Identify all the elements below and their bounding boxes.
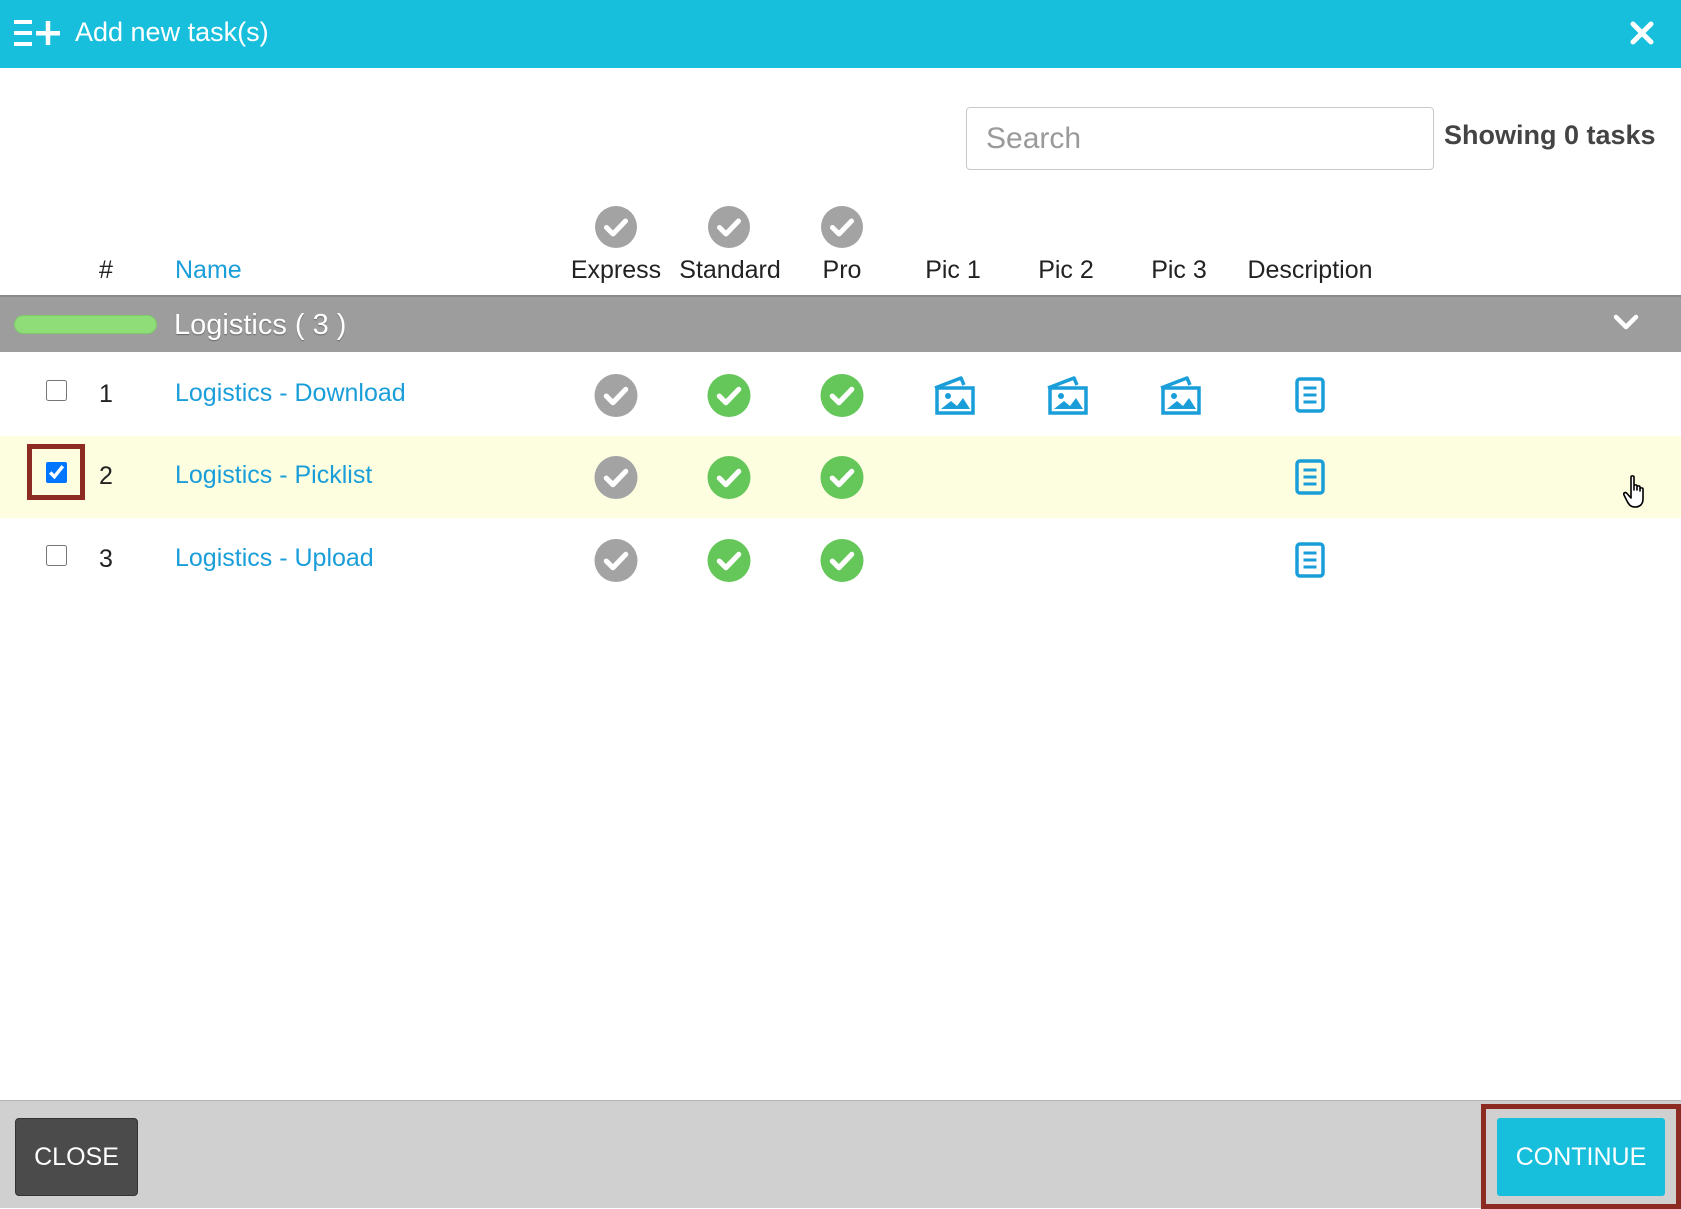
chevron-down-icon[interactable] — [1613, 313, 1639, 333]
col-description: Description — [1247, 256, 1373, 284]
col-pic2: Pic 2 — [1038, 256, 1094, 284]
group-title: Logistics ( 3 ) — [174, 309, 347, 341]
col-pic3: Pic 3 — [1151, 256, 1207, 284]
table-row[interactable]: 2 Logistics - Picklist — [0, 436, 1681, 518]
description-document-icon[interactable] — [1294, 458, 1326, 496]
group-header-logistics[interactable]: Logistics ( 3 ) — [0, 295, 1681, 352]
dialog-header: Add new task(s) — [0, 0, 1681, 68]
table-row[interactable]: 1 Logistics - Download — [0, 353, 1681, 435]
dialog-footer: CLOSE CONTINUE — [0, 1100, 1681, 1209]
table-row[interactable]: 3 Logistics - Upload — [0, 518, 1681, 600]
pic3-image-icon[interactable] — [1157, 374, 1203, 416]
col-number: # — [99, 256, 113, 284]
task-name-link[interactable]: Logistics - Picklist — [175, 460, 372, 490]
showing-count: Showing 0 tasks — [1444, 120, 1656, 150]
close-button[interactable]: CLOSE — [15, 1118, 138, 1196]
row-checkbox[interactable] — [46, 545, 67, 566]
standard-green-check-icon — [707, 539, 751, 582]
col-name-sort[interactable]: Name — [175, 255, 242, 285]
standard-green-check-icon — [707, 374, 751, 417]
express-gray-check-icon — [594, 374, 638, 417]
pro-header-check-icon — [821, 206, 863, 248]
row-checkbox[interactable] — [46, 462, 67, 483]
task-name-link[interactable]: Logistics - Download — [175, 378, 406, 408]
standard-green-check-icon — [707, 456, 751, 499]
pro-green-check-icon — [820, 539, 864, 582]
hand-pointer-cursor-icon — [1623, 475, 1644, 508]
row-number: 2 — [99, 462, 113, 490]
col-pic1: Pic 1 — [925, 256, 981, 284]
description-document-icon[interactable] — [1294, 541, 1326, 579]
pro-green-check-icon — [820, 456, 864, 499]
dialog-title: Add new task(s) — [75, 17, 269, 47]
express-gray-check-icon — [594, 456, 638, 499]
task-name-link[interactable]: Logistics - Upload — [175, 543, 374, 573]
group-color-pill — [14, 315, 157, 334]
pic1-image-icon[interactable] — [931, 374, 977, 416]
col-express: Express — [570, 256, 662, 284]
pro-green-check-icon — [820, 374, 864, 417]
pic2-image-icon[interactable] — [1044, 374, 1090, 416]
row-number: 1 — [99, 380, 113, 408]
list-add-icon — [14, 20, 60, 46]
row-checkbox[interactable] — [46, 380, 67, 401]
close-icon[interactable] — [1629, 20, 1655, 46]
express-header-check-icon — [595, 206, 637, 248]
row-number: 3 — [99, 545, 113, 573]
express-gray-check-icon — [594, 539, 638, 582]
standard-header-check-icon — [708, 206, 750, 248]
col-standard: Standard — [679, 256, 781, 284]
description-document-icon[interactable] — [1294, 376, 1326, 414]
continue-button[interactable]: CONTINUE — [1497, 1118, 1665, 1196]
search-input[interactable] — [966, 107, 1434, 170]
col-pro: Pro — [822, 256, 862, 284]
